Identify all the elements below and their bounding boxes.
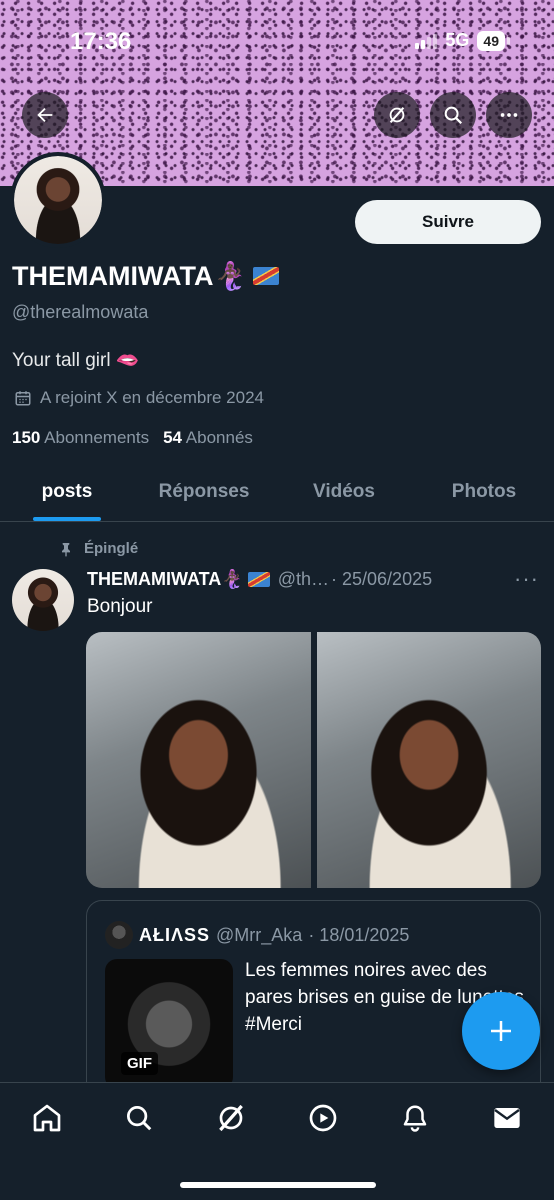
gif-badge: GIF xyxy=(121,1052,158,1075)
network-type: 5G xyxy=(445,30,470,50)
post-more-button[interactable]: ··· xyxy=(514,566,539,592)
back-button[interactable] xyxy=(22,92,68,138)
drc-flag-icon xyxy=(247,571,270,587)
compose-button[interactable] xyxy=(462,992,540,1070)
nav-grok[interactable] xyxy=(214,1101,248,1135)
display-name-row: THEMAMIWATA🧜🏿‍♀️ xyxy=(12,260,280,292)
calendar-icon xyxy=(15,391,31,406)
nav-messages[interactable] xyxy=(490,1101,524,1135)
nav-search[interactable] xyxy=(122,1101,156,1135)
post-text: Bonjour xyxy=(87,596,153,617)
joined-date: A rejoint X en décembre 2024 xyxy=(40,388,264,407)
battery-level: 49 xyxy=(477,30,505,51)
quote-date: · 18/01/2025 xyxy=(308,924,410,945)
video-icon xyxy=(309,1104,337,1132)
tab-videos[interactable]: Vidéos xyxy=(274,462,414,521)
status-time: 17:36 xyxy=(70,28,132,55)
pinned-label: Épinglé xyxy=(84,540,139,557)
pin-icon xyxy=(62,542,70,556)
followers-link[interactable]: 54 Abonnés xyxy=(163,428,253,448)
battery-icon: 49 xyxy=(477,30,510,51)
post-avatar[interactable] xyxy=(12,569,74,631)
post-image-1[interactable] xyxy=(86,632,311,888)
user-handle: @therealmowata xyxy=(12,302,149,322)
search-icon xyxy=(444,106,463,125)
follow-button[interactable]: Suivre xyxy=(355,200,541,244)
joined-date-row: A rejoint X en décembre 2024 xyxy=(14,388,264,408)
profile-avatar[interactable] xyxy=(10,152,106,248)
nav-home[interactable] xyxy=(30,1101,64,1135)
post-header: THEMAMIWATA🧜🏿‍♀️ @th… · 25/06/2025 ··· xyxy=(87,566,539,592)
quote-author-handle: @Mrr_Aka xyxy=(216,924,303,945)
tab-replies[interactable]: Réponses xyxy=(134,462,274,521)
grok-icon xyxy=(219,1104,243,1132)
post-author-name: THEMAMIWATA🧜🏿‍♀️ xyxy=(87,568,244,589)
arrow-left-icon xyxy=(37,107,53,123)
quoted-post[interactable]: ΑŁΙΛSS @Mrr_Aka · 18/01/2025 GIF Les fem… xyxy=(86,900,541,1100)
status-indicators: 5G 49 xyxy=(415,30,510,51)
quote-gif[interactable]: GIF xyxy=(105,959,233,1089)
follow-stats: 150 Abonnements 54 Abonnés xyxy=(12,428,253,448)
drc-flag-icon xyxy=(253,267,280,285)
search-button[interactable] xyxy=(430,92,476,138)
post-media xyxy=(86,632,541,888)
followers-count: 54 xyxy=(163,428,182,447)
search-icon xyxy=(127,1106,152,1131)
nav-notifications[interactable] xyxy=(398,1101,432,1135)
post-image-2[interactable] xyxy=(316,632,541,888)
more-icon xyxy=(500,113,518,117)
quote-author-name: ΑŁΙΛSS xyxy=(139,924,211,945)
more-button[interactable] xyxy=(486,92,532,138)
signal-icon xyxy=(415,33,438,49)
quote-header: ΑŁΙΛSS @Mrr_Aka · 18/01/2025 xyxy=(105,921,409,949)
bell-icon xyxy=(403,1105,427,1132)
post-date[interactable]: · 25/06/2025 xyxy=(331,569,432,590)
followers-label: Abonnés xyxy=(185,428,253,447)
post-author-handle[interactable]: @th… xyxy=(278,569,329,590)
following-label: Abonnements xyxy=(44,428,150,447)
following-link[interactable]: 150 Abonnements xyxy=(12,428,149,448)
quote-avatar xyxy=(105,921,133,949)
tab-posts[interactable]: posts xyxy=(0,462,134,521)
bio: Your tall girl 🫦 xyxy=(12,350,140,371)
grok-icon xyxy=(389,107,405,123)
mail-icon xyxy=(494,1108,520,1128)
display-name: THEMAMIWATA🧜🏿‍♀️ xyxy=(12,261,248,291)
post-author-row[interactable]: THEMAMIWATA🧜🏿‍♀️ xyxy=(87,569,270,590)
pinned-indicator: Épinglé xyxy=(58,540,138,557)
home-indicator xyxy=(180,1182,376,1188)
tab-photos[interactable]: Photos xyxy=(414,462,554,521)
plus-icon xyxy=(491,1021,511,1041)
bottom-nav xyxy=(0,1082,554,1200)
home-icon xyxy=(33,1104,61,1132)
profile-tabs: posts Réponses Vidéos Photos xyxy=(0,462,554,522)
grok-button[interactable] xyxy=(374,92,420,138)
following-count: 150 xyxy=(12,428,41,447)
nav-video[interactable] xyxy=(306,1101,340,1135)
